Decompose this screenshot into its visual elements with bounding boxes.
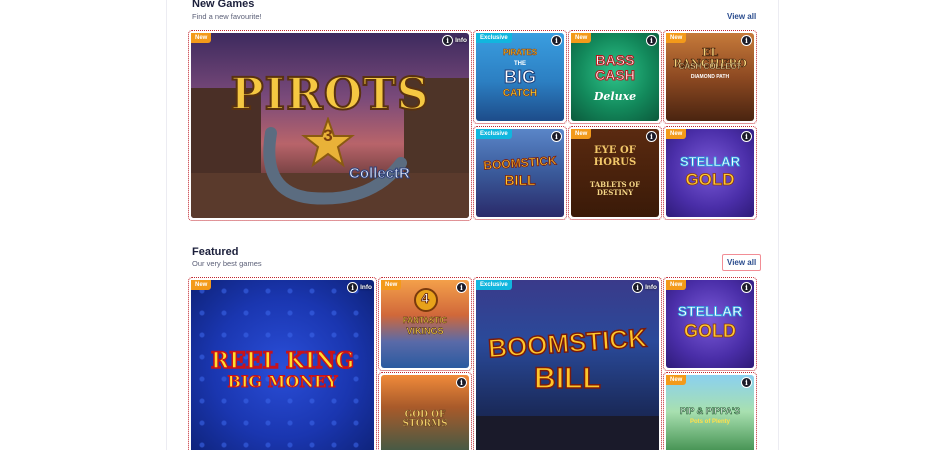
info-icon: i [741,131,752,142]
reel-king-title: REEL KING [210,348,355,374]
vikings-number: 4 [421,290,430,306]
info-icon: i [551,35,562,46]
info-icon: i [456,377,467,388]
info-icon: i [741,35,752,46]
badge-new: New [191,33,212,43]
boomstick-small-sub: BILL [504,172,536,188]
game-tile-god-of-storms[interactable]: GOD OF STORMS i [378,372,472,450]
content-border-left [166,0,167,450]
info-label: Info [455,37,467,44]
info-icon: i [646,131,657,142]
stellar-gold-feat-sub: GOLD [684,321,737,341]
page: New Games Find a new favourite! View all… [0,0,951,450]
info-icon: i [741,282,752,293]
new-games-view-all-link[interactable]: View all [727,12,756,21]
boomstick-large-title: BOOMSTICK [486,322,648,365]
badge-exclusive: Exclusive [476,33,512,43]
reel-king-sub: BIG MONEY [227,372,338,391]
boomstick-large-sub: BILL [533,362,601,395]
game-tile-eye-of-horus[interactable]: EYE OF HORUS TABLETS OF DESTINY New i [568,126,662,220]
game-tile-stellar-gold-featured[interactable]: STELLAR GOLD New i [663,277,757,371]
info-button[interactable]: i Info [347,282,372,293]
game-tile-boomstick-bill[interactable]: BOOMSTICK BILL Exclusive i [473,126,567,220]
badge-exclusive: Exclusive [476,280,512,290]
featured-title: Featured [192,246,239,258]
badge-new: New [571,33,592,43]
stellar-gold-small-title: STELLAR [680,154,741,169]
info-icon: i [551,131,562,142]
content-border-right [778,0,779,450]
featured-subtitle: Our very best games [192,259,262,268]
stellar-gold-feat-title: STELLAR [677,303,743,319]
info-button[interactable]: i [646,131,657,142]
pip-pippa-sub: Pots of Plenty [689,419,730,425]
info-label: Info [645,284,657,291]
info-button[interactable]: i Info [442,35,467,46]
el-ranchero-tag: DIAMOND PATH [690,74,730,80]
pirots-suffix: CollectR [349,165,411,183]
game-tile-bass-cash[interactable]: BASS CASH Deluxe New i [568,30,662,124]
info-button[interactable]: i [741,282,752,293]
vikings-title: FANTASTIC [402,316,448,325]
stellar-gold-small-sub: GOLD [685,170,735,189]
eye-of-horus-title: EYE OF HORUS [593,145,637,168]
bass-cash-sub: Deluxe [593,90,637,103]
info-icon: i [347,282,359,293]
info-button[interactable]: i [741,35,752,46]
info-button[interactable]: i [456,377,467,388]
badge-new: New [666,280,687,290]
info-icon: i [456,282,467,293]
info-icon: i [741,377,752,388]
pip-pippa-title: PIP & PIPPA'S [679,406,741,416]
game-tile-pip-pippa[interactable]: PIP & PIPPA'S Pots of Plenty New i [663,372,757,450]
badge-new: New [666,33,687,43]
game-tile-pirots-3[interactable]: 3 PIROTS CollectR New i Info [188,30,472,221]
badge-new: New [191,280,212,290]
big-catch-title: BIG [503,67,536,87]
game-tile-big-catch[interactable]: PIRATES THE BIG CATCH Exclusive i [473,30,567,124]
info-button[interactable]: i [741,377,752,388]
badge-new: New [666,129,687,139]
info-button[interactable]: i [456,282,467,293]
boomstick-small-title: BOOMSTICK [482,153,558,173]
el-ranchero-sub: CASH COLLECT [678,62,742,71]
info-button[interactable]: i Info [632,282,657,293]
game-tile-stellar-gold[interactable]: STELLAR GOLD New i [663,126,757,220]
pirots-number: 3 [323,126,333,145]
vikings-sub: VIKINGS [406,326,444,336]
new-games-subtitle: Find a new favourite! [192,12,262,21]
game-tile-fantastic-vikings[interactable]: 4 FANTASTIC VIKINGS New i [378,277,472,371]
badge-exclusive: Exclusive [476,129,512,139]
god-of-storms-title: GOD OF STORMS [402,410,448,429]
eye-of-horus-sub: TABLETS OF DESTINY [589,180,641,198]
info-icon: i [632,282,644,293]
badge-new: New [381,280,402,290]
game-tile-el-ranchero[interactable]: EL RANCHERO CASH COLLECT DIAMOND PATH Ne… [663,30,757,124]
pirots-title: PIROTS [229,69,430,120]
new-games-title: New Games [192,0,255,10]
game-tile-reel-king[interactable]: REEL KING BIG MONEY New i Info [188,277,377,450]
info-icon: i [442,35,454,46]
info-button[interactable]: i [646,35,657,46]
bass-cash-title: BASS CASH [595,52,636,83]
info-label: Info [360,284,372,291]
info-button[interactable]: i [551,35,562,46]
big-catch-suffix: CATCH [502,88,538,99]
game-tile-boomstick-bill-large[interactable]: BOOMSTICK BILL Exclusive i Info [473,277,662,450]
badge-new: New [666,375,687,385]
info-button[interactable]: i [741,131,752,142]
featured-view-all-link[interactable]: View all [722,254,762,271]
info-button[interactable]: i [551,131,562,142]
big-catch-top: PIRATES [502,48,538,57]
info-icon: i [646,35,657,46]
badge-new: New [571,129,592,139]
